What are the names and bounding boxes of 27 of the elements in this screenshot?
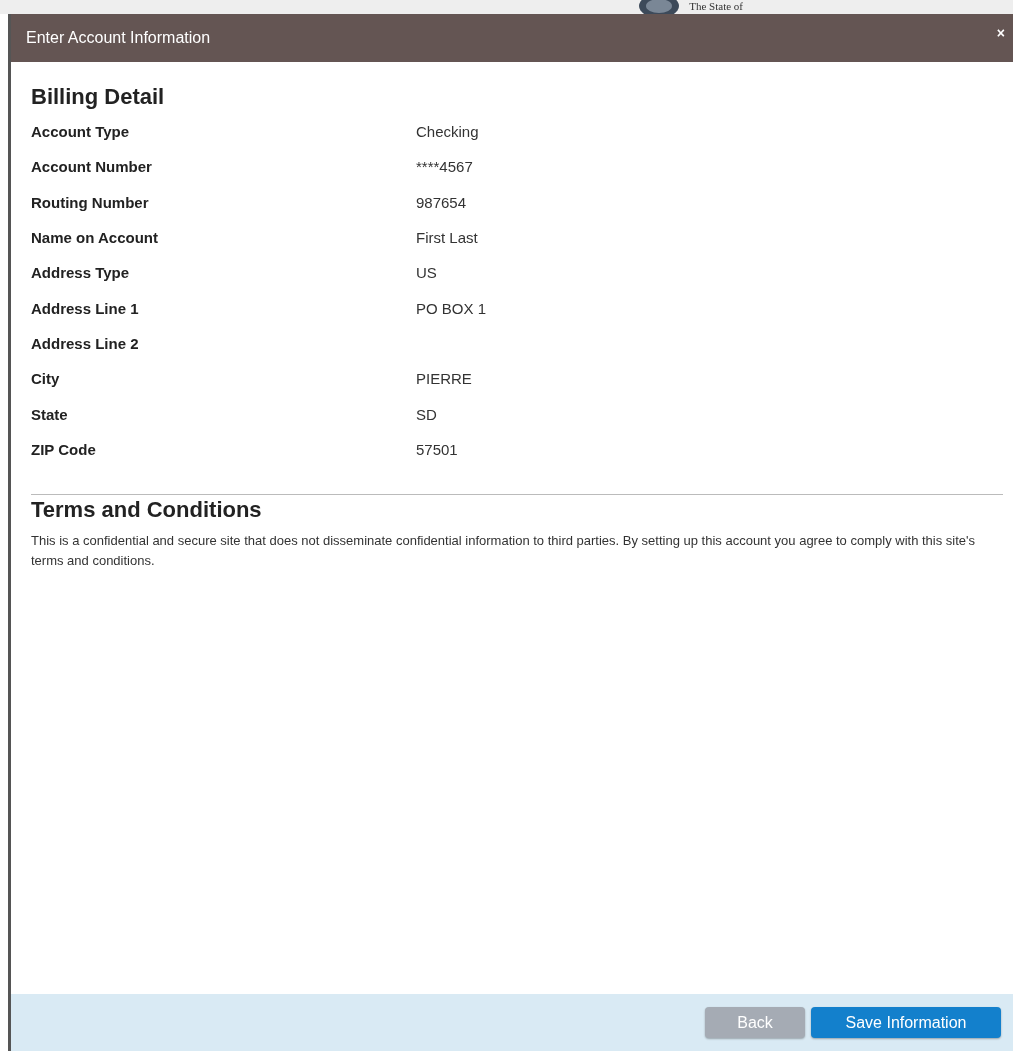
field-label: Account Type bbox=[31, 123, 131, 141]
field-value: 987654 bbox=[416, 193, 468, 211]
field-label: Address Type bbox=[31, 264, 131, 282]
field-value: SD bbox=[416, 405, 438, 423]
dialog-title: Enter Account Information bbox=[26, 29, 211, 47]
field-value: US bbox=[416, 264, 438, 282]
section-heading: Terms and Conditions bbox=[31, 496, 263, 523]
field-label: Name on Account bbox=[31, 229, 159, 247]
terms-text: This is a confidential and secure site that does not disseminate confidential information to third parties. By setting up this account you agree to comply with this site's terms and conditions. bbox=[31, 531, 977, 570]
field-label: State bbox=[31, 405, 69, 423]
field-value: 57501 bbox=[416, 440, 459, 458]
field-label: Routing Number bbox=[31, 193, 150, 211]
field-label: Address Line 2 bbox=[31, 334, 140, 352]
field-label: City bbox=[31, 370, 61, 388]
field-value: Checking bbox=[416, 123, 480, 141]
field-value: PIERRE bbox=[416, 370, 473, 388]
back-button[interactable]: Back bbox=[705, 1007, 805, 1038]
field-label: ZIP Code bbox=[31, 440, 97, 458]
close-button[interactable]: × bbox=[994, 25, 1007, 41]
field-value: First Last bbox=[416, 229, 479, 247]
seal-caption: The State of bbox=[689, 0, 743, 13]
field-value: PO BOX 1 bbox=[416, 299, 488, 317]
field-label: Address Line 1 bbox=[31, 299, 140, 317]
field-value: ****4567 bbox=[416, 158, 474, 176]
field-label: Account Number bbox=[31, 158, 153, 176]
save-button[interactable]: Save Information bbox=[811, 1007, 1001, 1038]
section-heading: Billing Detail bbox=[31, 84, 166, 110]
